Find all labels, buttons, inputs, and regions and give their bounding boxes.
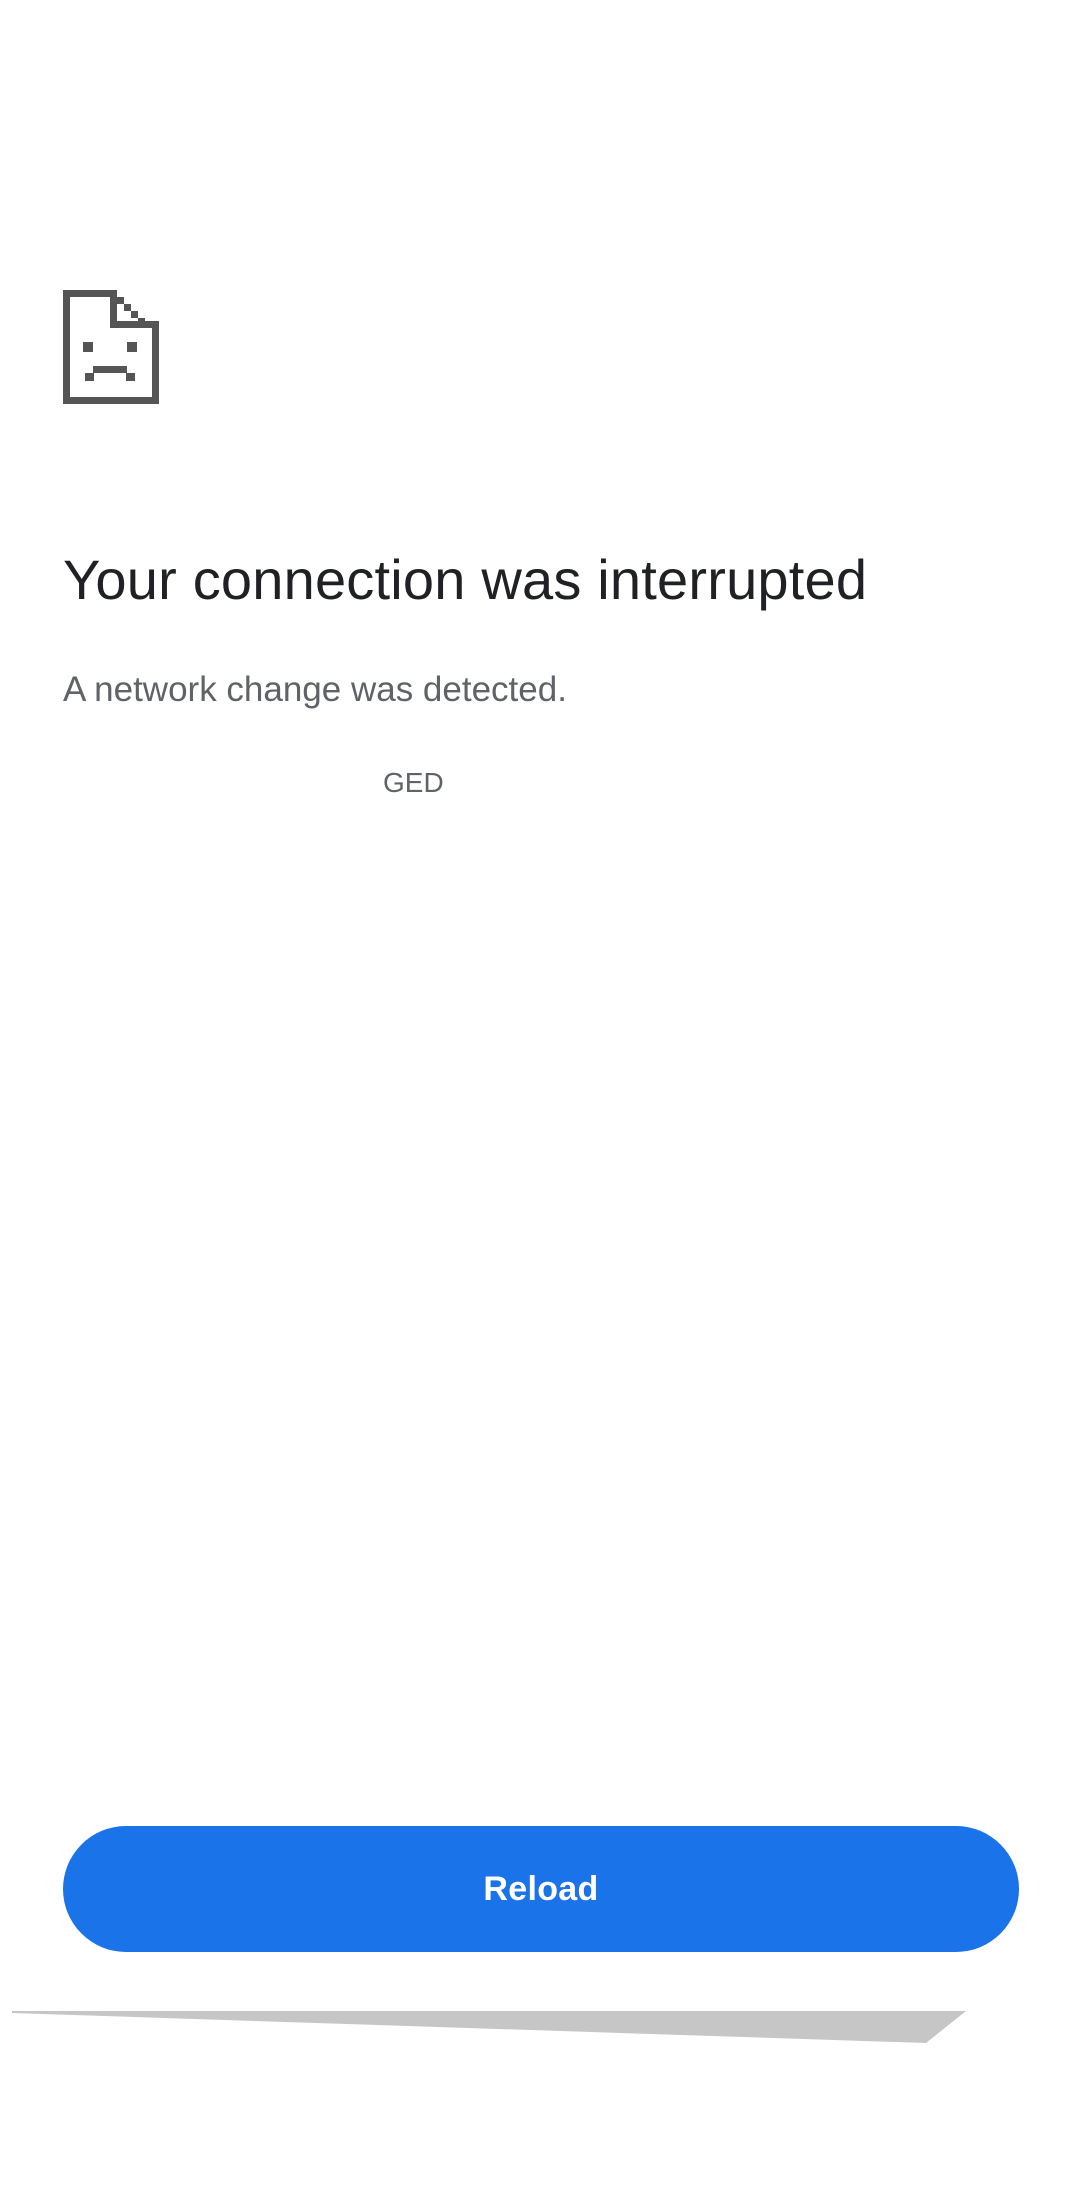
page-title: Your connection was interrupted (63, 548, 868, 611)
error-code: GED (383, 767, 444, 798)
reload-button[interactable]: Reload (63, 1826, 1019, 1952)
bottom-sheet-shadow (12, 2011, 966, 2043)
error-message: A network change was detected. (63, 670, 567, 709)
sad-page-icon (63, 290, 159, 404)
